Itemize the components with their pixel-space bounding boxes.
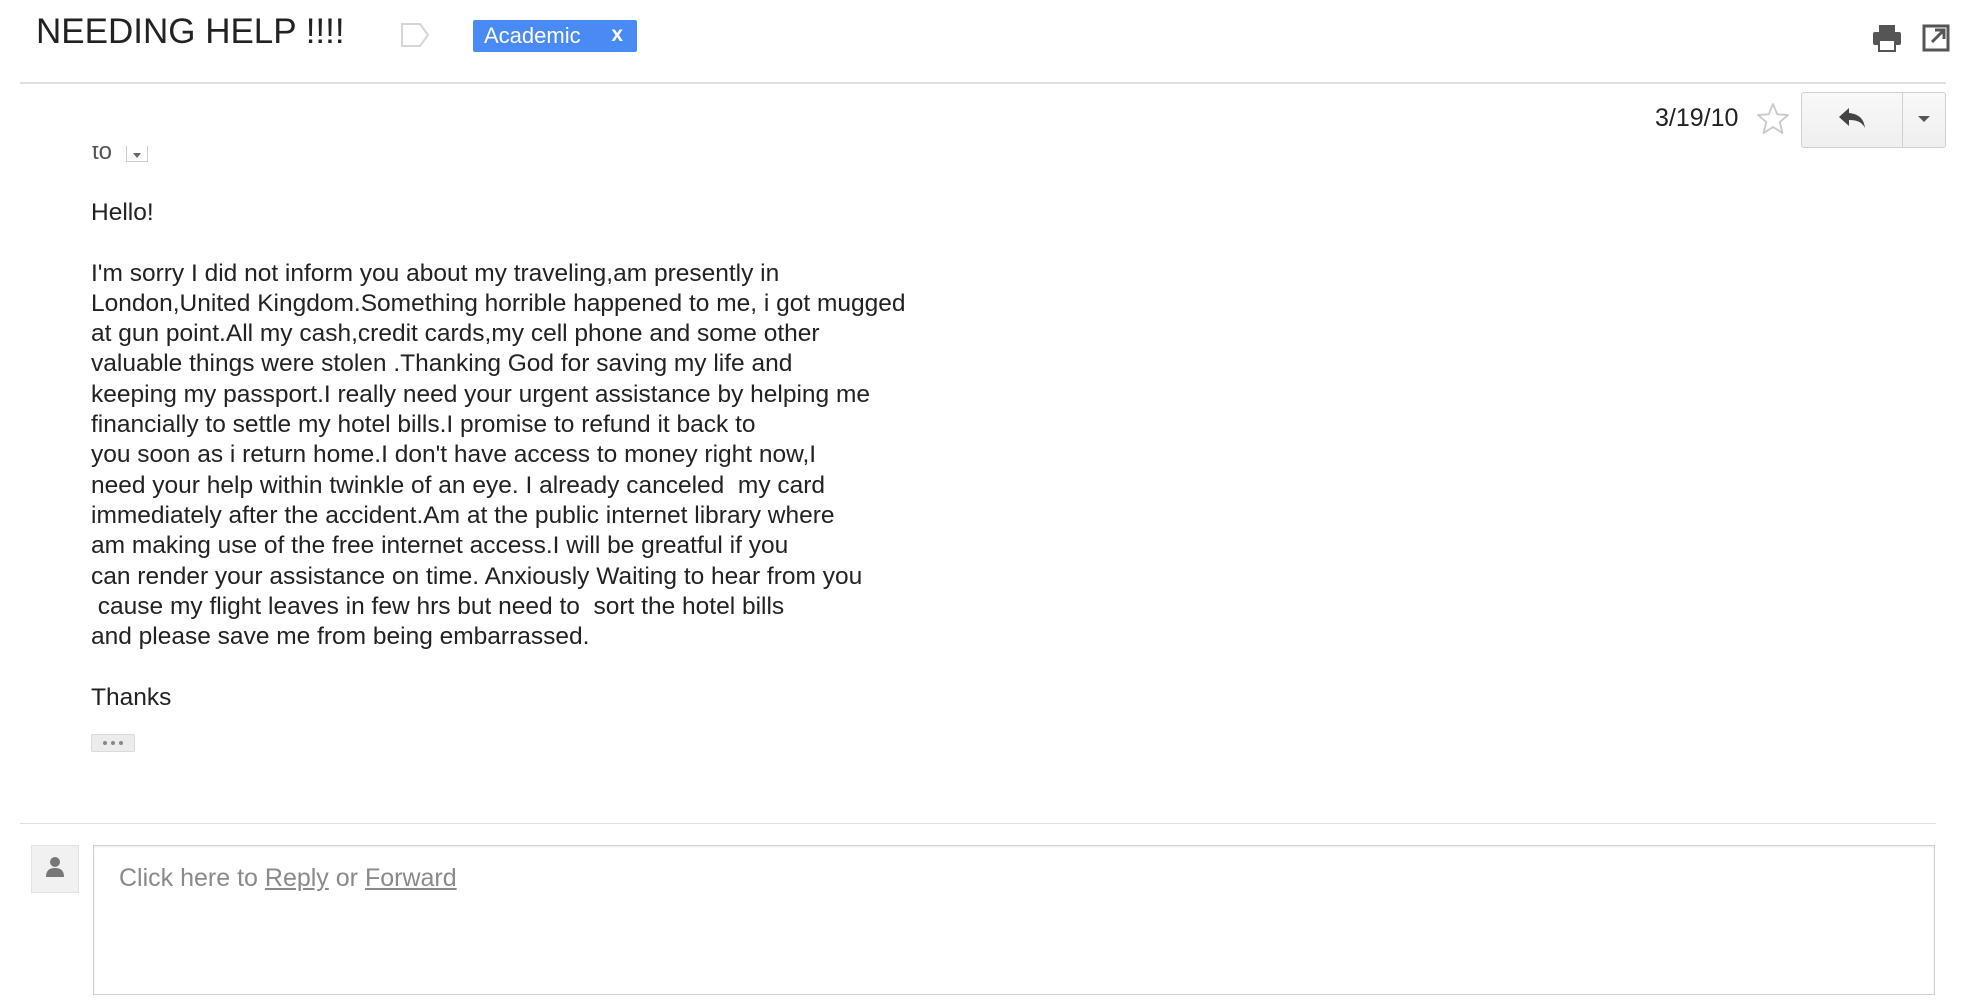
to-dropdown-icon[interactable]: [126, 146, 149, 162]
more-options-button[interactable]: [1903, 93, 1945, 147]
body-line: can render your assistance on time. Anxi…: [91, 562, 863, 590]
person-avatar-icon: [45, 856, 65, 883]
body-line: at gun point.All my cash,credit cards,my…: [91, 320, 820, 348]
show-trimmed-content-button[interactable]: [91, 734, 135, 752]
remove-label-button[interactable]: x: [611, 23, 623, 47]
print-icon[interactable]: [1872, 24, 1902, 57]
body-line: immediately after the accident.Am at the…: [91, 501, 835, 529]
label-chip-academic: Academic x: [473, 20, 637, 52]
label-outline-icon[interactable]: [400, 22, 430, 53]
label-chip-name: Academic: [484, 23, 581, 48]
forward-link[interactable]: Forward: [365, 864, 457, 892]
body-line: and please save me from being embarrasse…: [91, 623, 590, 651]
chevron-down-icon: [1917, 111, 1931, 129]
body-greeting: Hello!: [91, 199, 154, 226]
body-line: I'm sorry I did not inform you about my …: [91, 259, 780, 287]
quick-reply-box[interactable]: Click here to Reply or Forward: [93, 845, 1935, 995]
trimmed-content-icon: [103, 741, 107, 745]
open-in-new-window-icon[interactable]: [1922, 24, 1950, 57]
body-line: need your help within twinkle of an eye.…: [91, 471, 826, 499]
body-line: am making use of the free internet acces…: [91, 532, 789, 560]
header-divider: [20, 82, 1946, 84]
body-line: London,United Kingdom.Something horrible…: [91, 289, 906, 317]
reply-button-group: [1801, 92, 1946, 148]
body-line: you soon as i return home.I don't have a…: [91, 441, 817, 469]
recipient-row: to: [92, 146, 149, 172]
body-line: financially to settle my hotel bills.I p…: [91, 411, 756, 439]
star-icon[interactable]: [1756, 102, 1790, 141]
body-line: valuable things were stolen .Thanking Go…: [91, 350, 793, 378]
message-body: Hello! I'm sorry I did not inform you ab…: [91, 198, 1191, 713]
message-date: 3/19/10: [1655, 104, 1739, 132]
email-subject: NEEDING HELP !!!!: [36, 12, 345, 51]
message-footer-divider: [20, 823, 1936, 824]
to-label: to: [92, 146, 113, 165]
body-line: keeping my passport.I really need your u…: [91, 380, 870, 408]
reply-icon: [1837, 106, 1867, 135]
reply-button[interactable]: [1802, 93, 1903, 147]
reply-link[interactable]: Reply: [265, 864, 329, 892]
body-closing: Thanks: [91, 683, 172, 711]
reply-prompt-connector: or: [328, 864, 365, 892]
body-line: cause my flight leaves in few hrs but ne…: [91, 592, 785, 620]
reply-prompt-prefix: Click here to: [119, 864, 265, 892]
avatar: [31, 845, 79, 893]
